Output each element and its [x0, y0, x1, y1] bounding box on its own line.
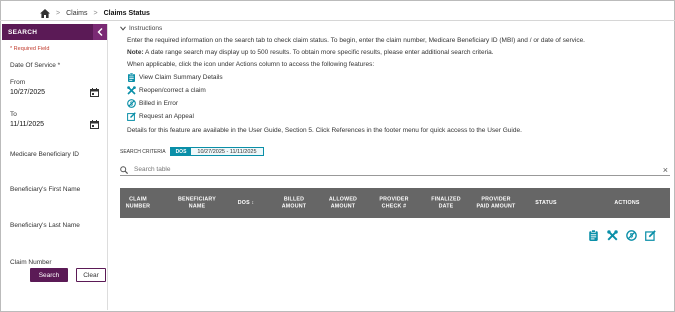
row-actions: $ — [588, 230, 656, 241]
from-date-field[interactable]: 10/27/2025 — [10, 88, 99, 97]
header-divider — [0, 20, 675, 21]
breadcrumb-separator: > — [93, 9, 98, 17]
chevron-left-icon — [97, 28, 103, 36]
no-dollar-icon: $ — [127, 99, 136, 108]
col-provider-paid-amount[interactable]: PROVIDER PAID AMOUNT — [476, 197, 516, 210]
instructions-line-3: When applicable, click the icon under Ac… — [127, 61, 375, 68]
to-date-field[interactable]: 11/11/2025 — [10, 120, 99, 129]
col-claim-number[interactable]: CLAIM NUMBER — [123, 197, 153, 210]
edit-icon — [127, 112, 136, 121]
date-of-service-label: Date Of Service * — [10, 62, 61, 69]
legend-item: Reopen/correct a claim — [127, 86, 206, 95]
claim-number-label: Claim Number — [10, 259, 52, 266]
calendar-icon[interactable] — [90, 88, 99, 97]
last-name-label: Beneficiary's Last Name — [10, 222, 80, 229]
first-name-label: Beneficiary's First Name — [10, 186, 81, 193]
search-icon — [120, 165, 128, 174]
legend-item: $ Billed in Error — [127, 99, 178, 108]
tools-icon[interactable] — [607, 230, 618, 241]
svg-text:$: $ — [630, 233, 634, 240]
breadcrumb-current: Claims Status — [103, 9, 150, 17]
from-label: From — [10, 79, 26, 86]
required-field-note: * Required Field — [10, 46, 50, 52]
table-search: × — [120, 164, 670, 176]
breadcrumb: > Claims > Claims Status — [40, 7, 150, 19]
breadcrumb-separator: > — [56, 9, 61, 17]
clear-search-icon[interactable]: × — [663, 164, 668, 176]
legend-label: View Claim Summary Details — [139, 74, 223, 81]
breadcrumb-claims[interactable]: Claims — [66, 10, 87, 17]
legend-label: Reopen/correct a claim — [139, 87, 206, 94]
instructions-footer: Details for this feature are available i… — [127, 127, 522, 134]
col-actions: ACTIONS — [614, 199, 640, 206]
clipboard-icon — [128, 73, 135, 82]
note-prefix: Note: — [127, 49, 144, 56]
collapse-sidebar-button[interactable] — [93, 24, 107, 40]
search-criteria-label: SEARCH CRITERIA — [120, 148, 166, 155]
col-dos-label: DOS — [237, 199, 250, 206]
criteria-tag: DOS — [170, 148, 192, 155]
note-text: A date range search may display up to 50… — [143, 49, 494, 56]
col-beneficiary-name[interactable]: BENEFICIARY NAME — [172, 197, 222, 210]
col-billed-amount[interactable]: BILLED AMOUNT — [274, 197, 314, 210]
sort-icon: ↕ — [251, 199, 255, 206]
no-dollar-icon[interactable]: $ — [626, 230, 637, 241]
table-header: CLAIM NUMBER BENEFICIARY NAME DOS ↕ BILL… — [120, 188, 670, 218]
clipboard-icon[interactable] — [588, 230, 599, 241]
sidebar-header: SEARCH — [2, 24, 107, 40]
col-allowed-amount[interactable]: ALLOWED AMOUNT — [322, 197, 364, 210]
to-date-value[interactable]: 11/11/2025 — [10, 121, 44, 128]
legend-item: View Claim Summary Details — [127, 73, 223, 82]
edit-icon[interactable] — [645, 230, 656, 241]
legend-item: Request an Appeal — [127, 112, 194, 121]
col-status[interactable]: STATUS — [530, 200, 562, 207]
from-date-value[interactable]: 10/27/2025 — [10, 89, 45, 96]
instructions-line-1: Enter the required information on the se… — [127, 37, 585, 44]
home-icon[interactable] — [40, 8, 50, 18]
svg-text:$: $ — [130, 101, 133, 107]
criteria-chip: DOS 10/27/2025 - 11/11/2025 — [169, 147, 264, 156]
criteria-value: 10/27/2025 - 11/11/2025 — [191, 148, 263, 155]
col-provider-check[interactable]: PROVIDER CHECK # — [372, 197, 416, 210]
table-search-input[interactable] — [134, 166, 634, 173]
calendar-icon[interactable] — [90, 120, 99, 129]
search-button[interactable]: Search — [30, 268, 68, 282]
sidebar-title: SEARCH — [8, 28, 38, 36]
legend-label: Request an Appeal — [139, 113, 194, 120]
required-note: * Required Field — [10, 46, 99, 52]
instructions-label: Instructions — [129, 25, 163, 32]
to-label: To — [10, 111, 17, 118]
instructions-toggle[interactable]: Instructions — [120, 25, 162, 32]
mbi-label: Medicare Beneficiary ID — [10, 151, 79, 158]
col-finalized-date[interactable]: FINALIZED DATE — [426, 197, 466, 210]
chevron-down-icon — [120, 26, 126, 31]
search-criteria: SEARCH CRITERIA DOS 10/27/2025 - 11/11/2… — [120, 147, 264, 156]
tools-icon — [127, 86, 136, 95]
col-dos[interactable]: DOS ↕ — [232, 200, 260, 207]
legend-label: Billed in Error — [139, 100, 179, 107]
clear-button[interactable]: Clear — [76, 268, 106, 282]
instructions-note: Note: A date range search may display up… — [127, 49, 494, 56]
